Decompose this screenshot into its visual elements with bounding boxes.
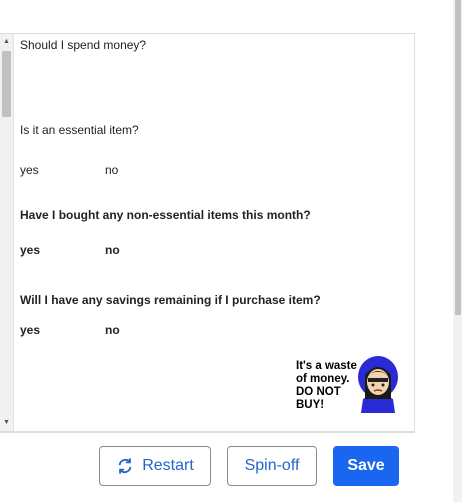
- answer-yes-non-essential[interactable]: yes: [20, 243, 40, 257]
- save-button[interactable]: Save: [333, 446, 399, 486]
- result-line: It's a waste: [296, 360, 357, 372]
- result-line: BUY!: [296, 399, 325, 411]
- result-message: It's a waste of money. DO NOT BUY!: [296, 360, 362, 412]
- question-essential-item: Is it an essential item?: [20, 123, 139, 137]
- answer-yes-essential[interactable]: yes: [20, 163, 39, 177]
- answer-no-savings[interactable]: no: [105, 323, 120, 337]
- scroll-down-arrow-icon[interactable]: ▼: [0, 417, 13, 429]
- question-non-essential-month: Have I bought any non-essential items th…: [20, 208, 311, 222]
- spin-off-label: Spin-off: [244, 457, 300, 474]
- restart-label: Restart: [142, 457, 194, 474]
- scroll-up-arrow-icon[interactable]: ▲: [0, 36, 13, 48]
- page-scrollbar-thumb[interactable]: [455, 0, 461, 315]
- result-line: DO NOT: [296, 386, 341, 398]
- character-avatar: [358, 356, 398, 413]
- spin-off-button[interactable]: Spin-off: [227, 446, 317, 486]
- panel-scrollbar[interactable]: ▲ ▼: [0, 34, 14, 431]
- restart-icon: [118, 458, 132, 474]
- footer-divider: [0, 432, 415, 433]
- answer-yes-savings[interactable]: yes: [20, 323, 40, 337]
- answer-no-essential[interactable]: no: [105, 163, 118, 177]
- flowchart-panel: ▲ ▼ Should I spend money? Is it an essen…: [0, 33, 415, 432]
- question-spend-money: Should I spend money?: [20, 38, 147, 52]
- save-label: Save: [347, 457, 385, 474]
- restart-button[interactable]: Restart: [99, 446, 211, 486]
- question-savings-remaining: Will I have any savings remaining if I p…: [20, 293, 321, 307]
- answer-no-non-essential[interactable]: no: [105, 243, 120, 257]
- panel-scrollbar-thumb[interactable]: [2, 51, 11, 117]
- result-line: of money.: [296, 373, 350, 385]
